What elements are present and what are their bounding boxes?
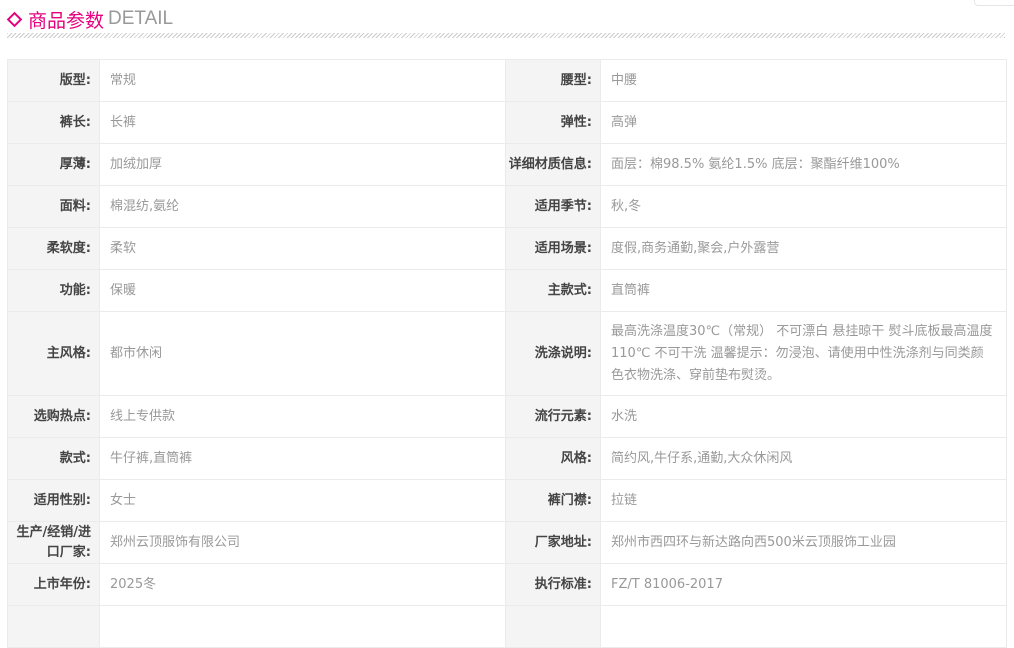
param-value: 简约风,牛仔系,通勤,大众休闲风 — [600, 437, 1007, 480]
table-row: 版型: 常规 腰型: 中腰 — [7, 59, 1007, 102]
param-label: 适用季节: — [505, 185, 601, 228]
param-label: 选购热点: — [7, 395, 100, 438]
param-label: 柔软度: — [7, 227, 100, 270]
param-label: 款式: — [7, 437, 100, 480]
param-label: 厂家地址: — [505, 521, 601, 564]
param-value: 加绒加厚 — [99, 143, 506, 186]
param-value: 郑州市西四环与新达路向西500米云顶服饰工业园 — [600, 521, 1007, 564]
param-label: 主风格: — [7, 311, 100, 396]
param-label: 洗涤说明: — [505, 311, 601, 396]
param-label: 裤长: — [7, 101, 100, 144]
param-label: 上市年份: — [7, 563, 100, 606]
param-label: 流行元素: — [505, 395, 601, 438]
param-value: 中腰 — [600, 59, 1007, 102]
param-value: 度假,商务通勤,聚会,户外露营 — [600, 227, 1007, 270]
param-label: 适用场景: — [505, 227, 601, 270]
product-params-table: 版型: 常规 腰型: 中腰 裤长: 长裤 弹性: 高弹 厚薄: 加绒加厚 详细材质信息: 面层：棉98… — [7, 59, 1007, 648]
param-value: 高弹 — [600, 101, 1007, 144]
param-label: 裤门襟: — [505, 479, 601, 522]
section-header: 商品参数 DETAIL — [6, 6, 174, 32]
param-label: 执行标准: — [505, 563, 601, 606]
table-row: 功能: 保暖 主款式: 直筒裤 — [7, 269, 1007, 312]
param-label: 弹性: — [505, 101, 601, 144]
table-row: 选购热点: 线上专供款 流行元素: 水洗 — [7, 395, 1007, 438]
diamond-icon — [6, 11, 23, 27]
param-value: 秋,冬 — [600, 185, 1007, 228]
table-row: 款式: 牛仔裤,直筒裤 风格: 简约风,牛仔系,通勤,大众休闲风 — [7, 437, 1007, 480]
param-value: 保暖 — [99, 269, 506, 312]
param-value: 2025冬 — [99, 563, 506, 606]
param-label: 适用性别: — [7, 479, 100, 522]
table-row: 柔软度: 柔软 适用场景: 度假,商务通勤,聚会,户外露营 — [7, 227, 1007, 270]
param-value: 牛仔裤,直筒裤 — [99, 437, 506, 480]
param-label: 腰型: — [505, 59, 601, 102]
param-value: FZ/T 81006-2017 — [600, 563, 1007, 606]
param-value: 都市休闲 — [99, 311, 506, 396]
top-right-widget — [974, 0, 1014, 6]
param-value: 面层：棉98.5% 氨纶1.5% 底层：聚酯纤维100% — [600, 143, 1007, 186]
param-value: 女士 — [99, 479, 506, 522]
table-row: 生产/经销/进口厂家: 郑州云顶服饰有限公司 厂家地址: 郑州市西四环与新达路向西50… — [7, 521, 1007, 564]
table-row: 厚薄: 加绒加厚 详细材质信息: 面层：棉98.5% 氨纶1.5% 底层：聚酯纤维10… — [7, 143, 1007, 186]
param-value: 线上专供款 — [99, 395, 506, 438]
header-divider — [7, 33, 1005, 38]
param-value: 郑州云顶服饰有限公司 — [99, 521, 506, 564]
section-title: 商品参数 — [28, 9, 105, 32]
param-value: 拉链 — [600, 479, 1007, 522]
table-row: 上市年份: 2025冬 执行标准: FZ/T 81006-2017 — [7, 563, 1007, 606]
param-value: 最高洗涤温度30℃（常规） 不可漂白 悬挂晾干 熨斗底板最高温度110℃ 不可干… — [600, 311, 1007, 396]
param-value: 柔软 — [99, 227, 506, 270]
section-title-en: DETAIL — [108, 8, 174, 29]
param-value: 长裤 — [99, 101, 506, 144]
param-value: 棉混纺,氨纶 — [99, 185, 506, 228]
param-label: 面料: — [7, 185, 100, 228]
table-row: 裤长: 长裤 弹性: 高弹 — [7, 101, 1007, 144]
param-label: 厚薄: — [7, 143, 100, 186]
table-row: 面料: 棉混纺,氨纶 适用季节: 秋,冬 — [7, 185, 1007, 228]
param-label: 风格: — [505, 437, 601, 480]
table-row: 适用性别: 女士 裤门襟: 拉链 — [7, 479, 1007, 522]
param-label: 生产/经销/进口厂家: — [7, 521, 100, 564]
table-row: 主风格: 都市休闲 洗涤说明: 最高洗涤温度30℃（常规） 不可漂白 悬挂晾干 熨斗底… — [7, 311, 1007, 396]
param-value: 常规 — [99, 59, 506, 102]
param-value: 直筒裤 — [600, 269, 1007, 312]
param-label: 版型: — [7, 59, 100, 102]
param-label: 详细材质信息: — [505, 143, 601, 186]
param-value: 水洗 — [600, 395, 1007, 438]
param-label: 功能: — [7, 269, 100, 312]
param-label: 主款式: — [505, 269, 601, 312]
